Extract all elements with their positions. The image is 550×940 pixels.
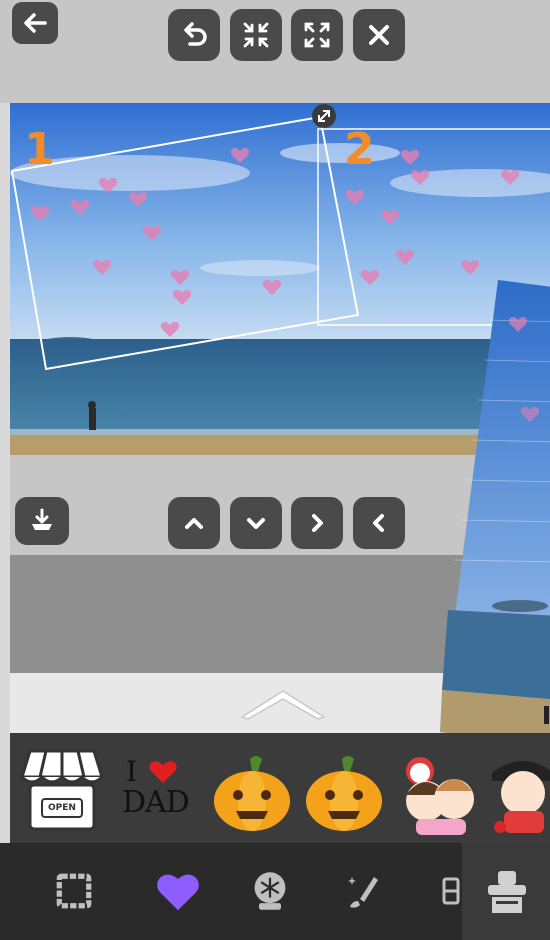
move-up-button[interactable]: [168, 497, 220, 549]
shop-sticker[interactable]: OPEN: [19, 743, 105, 833]
snowglobe-icon: [254, 872, 286, 910]
pirate-sticker[interactable]: [488, 749, 550, 837]
rotated-photo-layer[interactable]: [440, 280, 550, 750]
next-button[interactable]: [291, 497, 343, 549]
shrink-icon: [243, 22, 269, 48]
i-love-dad-sticker[interactable]: I DAD: [122, 755, 202, 835]
frame-label-1: 1: [24, 124, 55, 175]
stamp-tool[interactable]: [462, 843, 550, 940]
back-arrow-icon: [24, 13, 47, 33]
chevron-right-icon: [312, 514, 323, 532]
move-down-button[interactable]: [230, 497, 282, 549]
close-button[interactable]: [353, 9, 405, 61]
chevron-left-icon: [373, 514, 384, 532]
sticker-text-i: I: [126, 755, 138, 788]
left-edge-strip: [0, 0, 10, 843]
chevron-down-icon: [247, 518, 265, 529]
magic-brush-icon: [348, 877, 378, 908]
shop-icon: [19, 749, 105, 831]
open-sign-text: OPEN: [48, 803, 76, 813]
draw-tool[interactable]: [334, 855, 394, 927]
heart-icon: [149, 761, 177, 783]
cartoon-girls-icon: [406, 757, 474, 835]
sticker-tool[interactable]: [148, 855, 208, 927]
chevron-up-icon[interactable]: [238, 685, 328, 721]
expand-icon: [304, 22, 330, 48]
undo-button[interactable]: [168, 9, 220, 61]
effect-tool[interactable]: [240, 855, 300, 927]
expand-button[interactable]: [291, 9, 343, 61]
pumpkin-icon: [306, 756, 382, 831]
back-button[interactable]: [12, 2, 58, 44]
frame-tool[interactable]: [44, 855, 104, 927]
pirate-icon: [492, 761, 550, 833]
pumpkin-sticker-1[interactable]: [210, 751, 294, 835]
girls-sticker[interactable]: [396, 751, 480, 837]
heart-icon: [157, 874, 199, 911]
download-icon: [32, 508, 52, 530]
top-toolbar: [0, 0, 550, 103]
prev-button[interactable]: [353, 497, 405, 549]
shrink-button[interactable]: [230, 9, 282, 61]
rotated-photo: [440, 280, 550, 749]
sticker-text-dad: DAD: [122, 785, 190, 820]
sticker-strip: OPEN I DAD: [10, 733, 550, 843]
close-icon: [369, 25, 389, 45]
undo-icon: [184, 22, 207, 46]
stamp-icon: [488, 871, 526, 913]
save-button[interactable]: [15, 497, 69, 545]
pumpkin-sticker-2[interactable]: [302, 751, 386, 835]
layout-icon: [442, 877, 460, 905]
frame-label-2: 2: [344, 124, 375, 175]
chevron-up-icon: [185, 518, 203, 529]
frame-icon: [56, 873, 92, 909]
pumpkin-icon: [214, 756, 290, 831]
